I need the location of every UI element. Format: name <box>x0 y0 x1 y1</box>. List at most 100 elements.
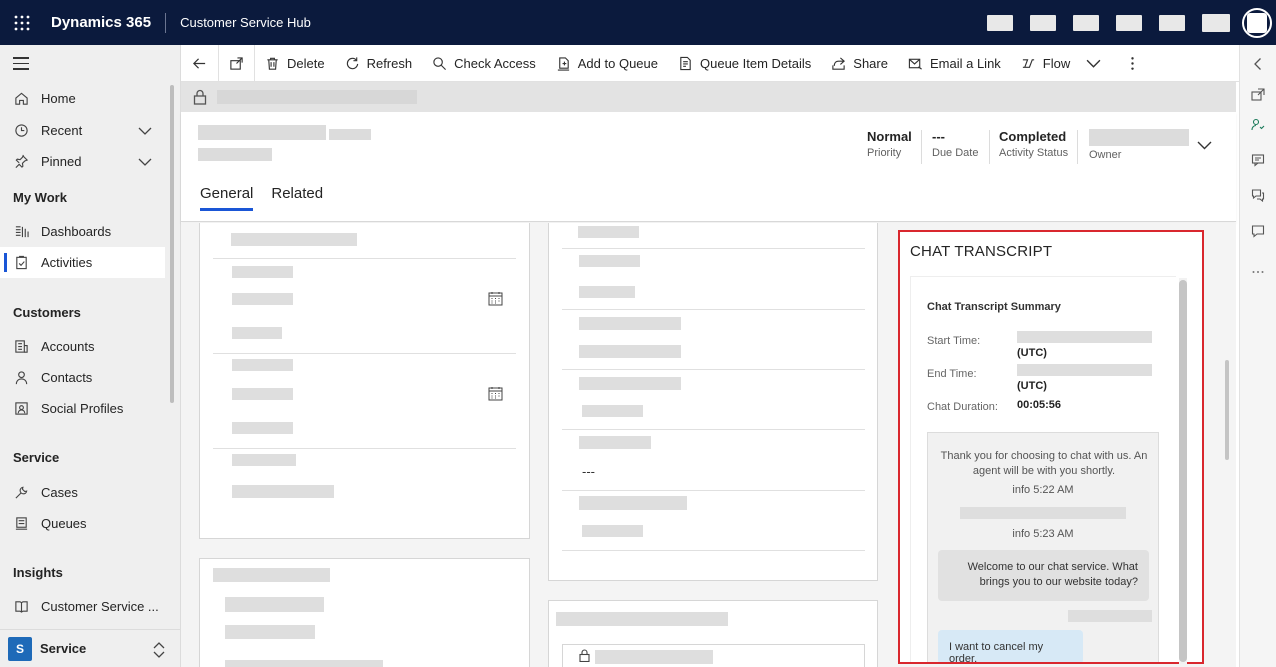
more-pane-button[interactable] <box>1251 265 1265 279</box>
flow-label: Flow <box>1042 55 1071 71</box>
activity-status-value: Completed <box>999 129 1067 144</box>
calendar-icon[interactable] <box>488 386 503 401</box>
hamburger-menu-icon[interactable] <box>13 57 29 71</box>
owner-value[interactable] <box>1089 129 1189 146</box>
field-label <box>225 597 324 612</box>
top-action-1[interactable] <box>987 14 1013 31</box>
field-value[interactable] <box>232 485 334 498</box>
add-to-queue-button[interactable]: Add to Queue <box>546 45 668 82</box>
read-only-banner <box>181 82 1236 112</box>
nav-group-customers: Customers <box>13 305 81 320</box>
refresh-button[interactable]: Refresh <box>335 45 423 82</box>
chevron-up-down-icon[interactable] <box>152 642 166 658</box>
field-value[interactable] <box>582 405 643 417</box>
field-empty-value[interactable]: --- <box>582 464 595 479</box>
field-value[interactable] <box>582 525 643 537</box>
field-value <box>578 226 639 238</box>
area-switcher[interactable]: S Service <box>0 629 180 667</box>
more-vertical-icon <box>1131 56 1134 70</box>
user-avatar[interactable] <box>1242 7 1272 38</box>
end-time-value <box>1017 364 1152 376</box>
start-time-value <box>1017 331 1152 343</box>
message-timestamp: info 5:23 AM <box>1012 528 1074 540</box>
nav-item-accounts[interactable]: Accounts <box>0 331 165 362</box>
form-scrollbar[interactable] <box>1225 360 1229 460</box>
top-action-6[interactable] <box>1202 13 1230 32</box>
side-pane-button[interactable] <box>1251 153 1265 167</box>
form-section-middle-bottom <box>548 600 878 667</box>
form-tabs: General Related <box>200 185 341 211</box>
nav-label-cases: Cases <box>41 485 78 500</box>
delete-button[interactable]: Delete <box>255 45 335 82</box>
top-action-5[interactable] <box>1159 14 1185 31</box>
redacted-message <box>1068 610 1152 622</box>
record-title <box>198 125 326 140</box>
side-pane-button[interactable] <box>1251 188 1265 203</box>
top-action-3[interactable] <box>1073 14 1099 31</box>
nav-label-customer-service: Customer Service ... <box>41 599 159 614</box>
queue-item-details-button[interactable]: Queue Item Details <box>668 45 821 82</box>
chat-scrollbar[interactable] <box>1179 280 1187 662</box>
back-button[interactable] <box>181 45 218 82</box>
flow-dropdown-button[interactable] <box>1080 45 1107 82</box>
chevron-down-icon[interactable] <box>1197 139 1212 151</box>
nav-item-recent[interactable]: Recent <box>0 115 165 146</box>
nav-item-dashboards[interactable]: Dashboards <box>0 216 165 247</box>
app-launcher-icon[interactable] <box>0 0 44 45</box>
chevron-down-icon[interactable] <box>138 124 152 138</box>
side-pane-button[interactable] <box>1251 88 1265 102</box>
record-header: Normal Priority --- Due Date Completed A… <box>181 112 1236 222</box>
nav-item-contacts[interactable]: Contacts <box>0 362 165 393</box>
nav-item-cases[interactable]: Cases <box>0 477 165 508</box>
date-field-input[interactable] <box>232 388 293 400</box>
collapse-pane-button[interactable] <box>1251 57 1265 71</box>
row-divider <box>562 550 865 551</box>
field-value[interactable] <box>579 345 681 358</box>
nav-item-activities[interactable]: Activities <box>0 247 165 278</box>
open-new-window-button[interactable] <box>219 45 254 82</box>
lookup-field[interactable] <box>562 644 865 667</box>
time-field-input[interactable] <box>232 327 282 339</box>
sitemap-nav: Home Recent Pinned My Work Dashboards Ac… <box>0 45 181 667</box>
due-date-value: --- <box>932 129 945 144</box>
side-pane-button[interactable] <box>1251 224 1265 238</box>
area-label: Service <box>40 641 87 656</box>
calendar-icon[interactable] <box>488 291 503 306</box>
add-to-queue-label: Add to Queue <box>577 55 658 71</box>
agent-message-bubble: Welcome to our chat service. What brings… <box>938 550 1149 601</box>
tab-related[interactable]: Related <box>271 185 323 211</box>
top-action-2[interactable] <box>1030 14 1056 31</box>
arrow-left-icon <box>193 57 206 69</box>
brand-title[interactable]: Dynamics 365 <box>44 14 165 31</box>
email-link-button[interactable]: Email a Link <box>898 45 1011 82</box>
app-name[interactable]: Customer Service Hub <box>180 15 311 30</box>
owner-field[interactable]: Owner <box>1089 129 1189 161</box>
nav-item-queues[interactable]: Queues <box>0 508 165 539</box>
field-value[interactable] <box>225 625 315 639</box>
tab-general[interactable]: General <box>200 185 254 211</box>
lookup-value[interactable] <box>595 650 713 664</box>
due-date-field: --- Due Date <box>932 129 978 159</box>
nav-item-social-profiles[interactable]: Social Profiles <box>0 393 165 424</box>
share-button[interactable]: Share <box>821 45 898 82</box>
field-value[interactable] <box>579 286 635 298</box>
nav-item-customer-service[interactable]: Customer Service ... <box>0 591 165 622</box>
chevron-down-icon[interactable] <box>138 155 152 169</box>
customer-message-bubble: I want to cancel my order. <box>938 630 1083 662</box>
field-label <box>232 266 293 278</box>
nav-scrollbar[interactable] <box>170 85 174 403</box>
search-person-icon <box>433 56 447 70</box>
side-pane-button[interactable] <box>1251 118 1265 132</box>
top-action-4[interactable] <box>1116 14 1142 31</box>
nav-label-recent: Recent <box>41 123 83 138</box>
flow-button[interactable]: Flow <box>1011 45 1080 82</box>
queue-icon <box>13 516 29 532</box>
nav-item-home[interactable]: Home <box>0 83 165 114</box>
date-field-input[interactable] <box>232 293 293 305</box>
time-field-input[interactable] <box>232 422 293 434</box>
nav-item-pinned[interactable]: Pinned <box>0 146 165 177</box>
email-link-icon <box>908 58 922 70</box>
nav-label-accounts: Accounts <box>41 339 95 354</box>
check-access-button[interactable]: Check Access <box>422 45 546 82</box>
more-commands-button[interactable] <box>1107 45 1158 82</box>
